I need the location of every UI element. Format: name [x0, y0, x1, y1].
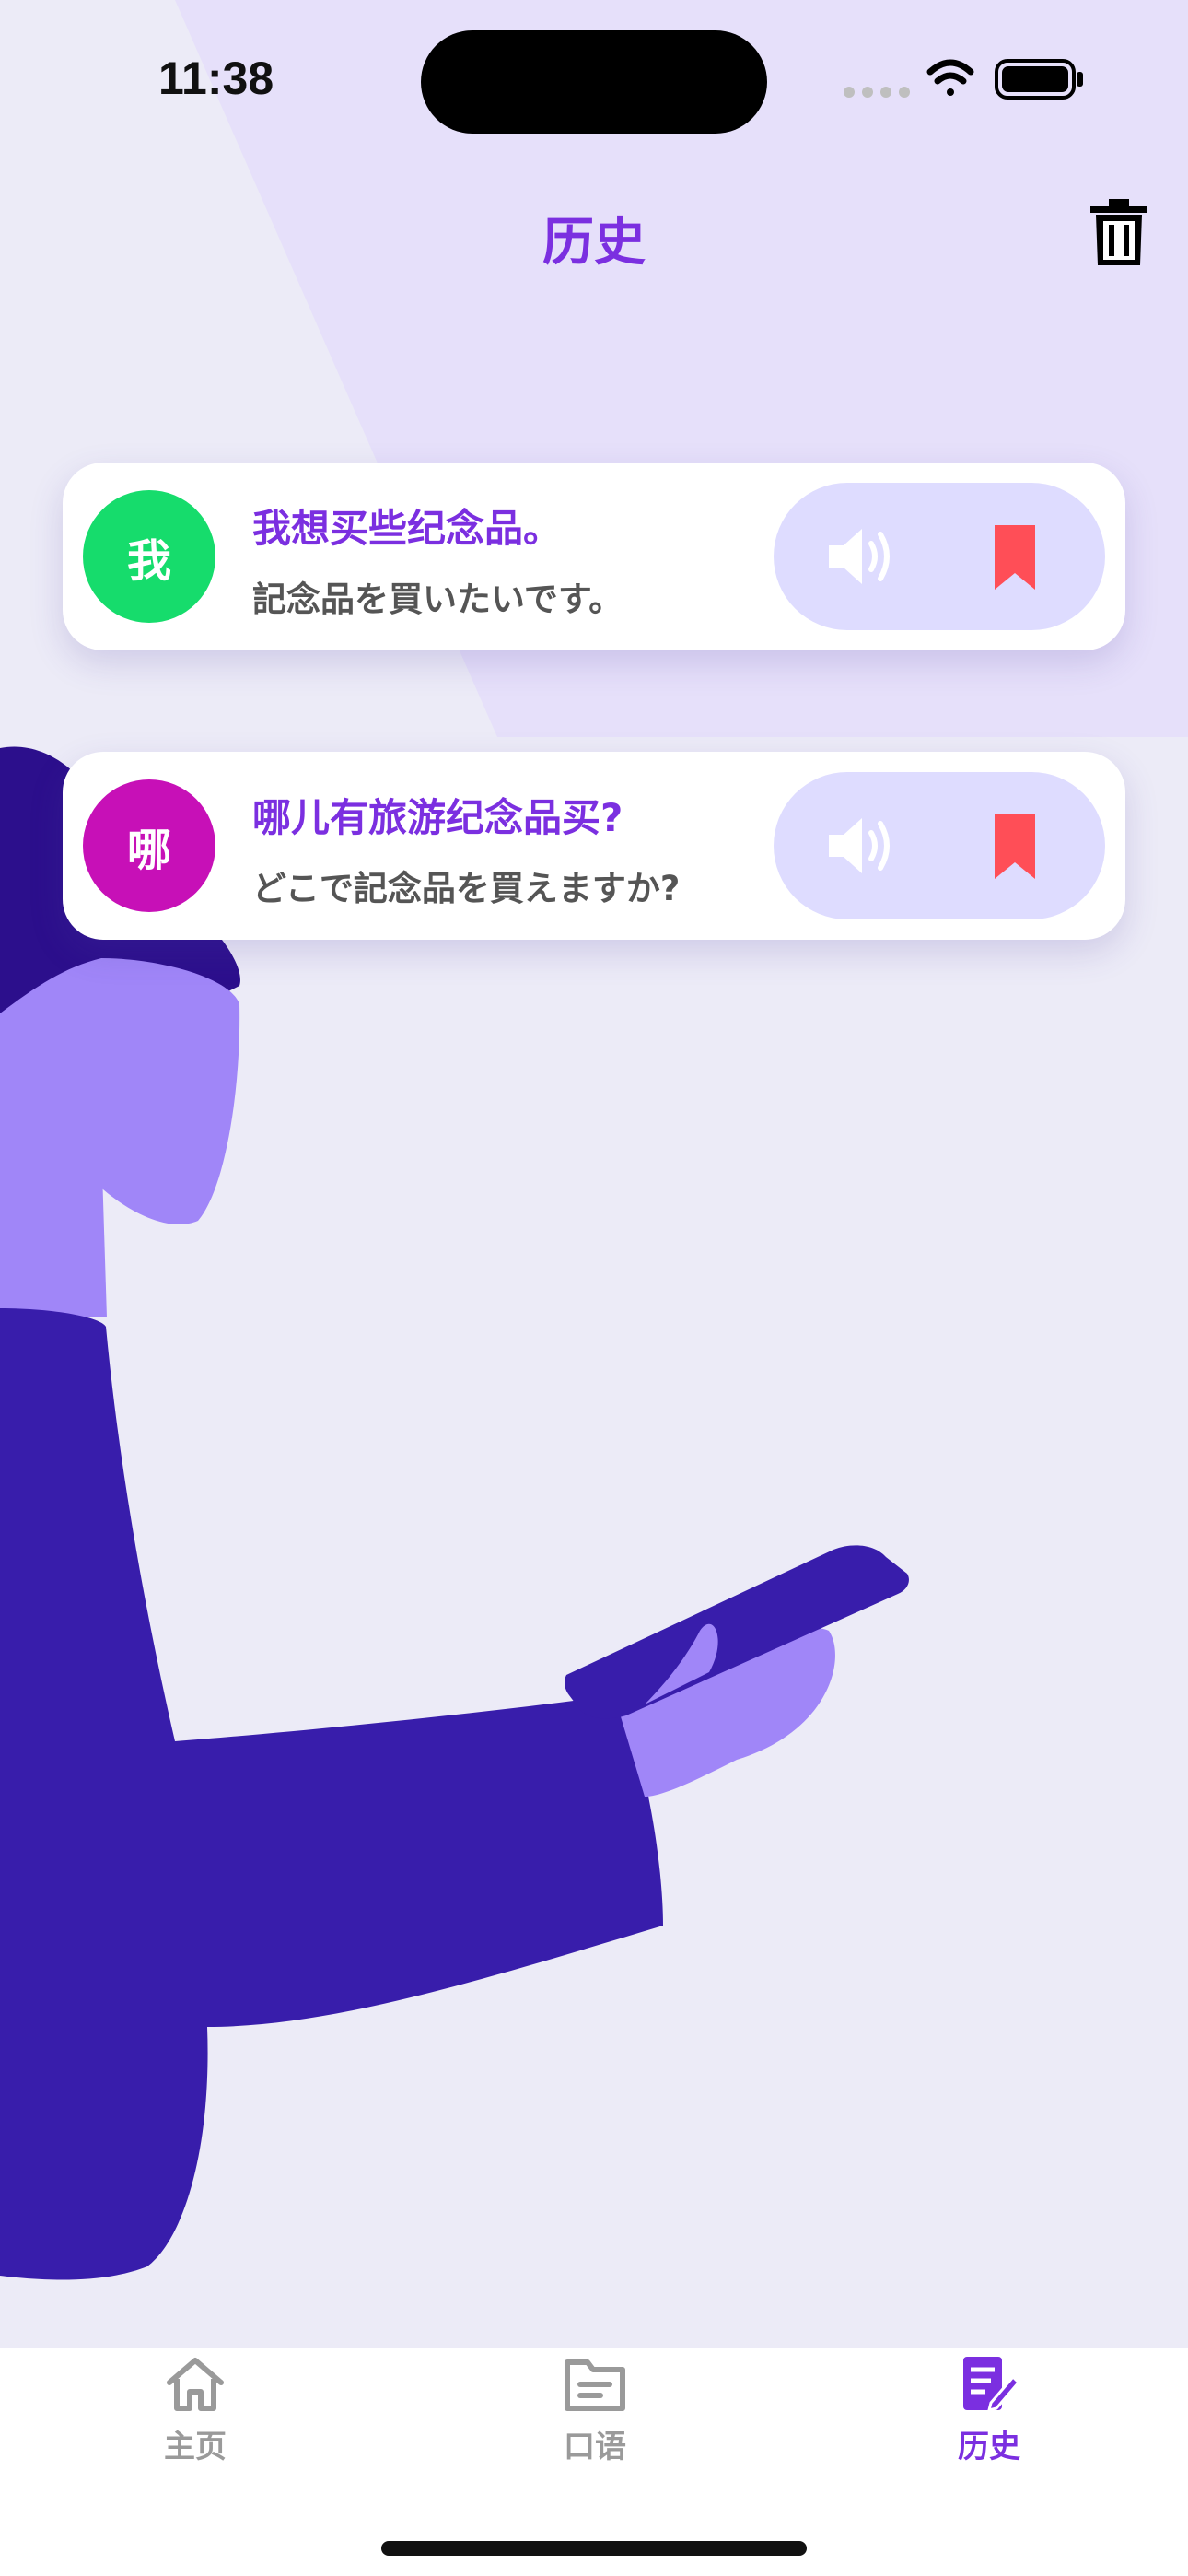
history-item[interactable]: 我 我想买些纪念品。 記念品を買いたいです。	[63, 463, 1125, 650]
bookmark-icon	[995, 525, 1035, 590]
trash-icon	[1090, 199, 1147, 265]
tab-label: 历史	[958, 2429, 1020, 2465]
status-time: 11:38	[158, 53, 274, 104]
speaker-icon	[829, 529, 890, 584]
tab-home[interactable]: 主页	[103, 2355, 287, 2465]
bookmark-button[interactable]	[991, 523, 1039, 591]
clear-history-button[interactable]	[1089, 199, 1149, 265]
japanese-translation: どこで記念品を買えますか?	[252, 869, 681, 908]
speaker-icon	[829, 818, 890, 873]
tab-label: 口语	[564, 2429, 626, 2465]
chinese-phrase: 哪儿有旅游纪念品买?	[252, 795, 623, 840]
battery-icon	[995, 59, 1083, 100]
background-illustration	[0, 0, 1188, 2280]
history-item[interactable]: 哪 哪儿有旅游纪念品买? どこで記念品を買えますか?	[63, 752, 1125, 940]
status-icons	[844, 59, 1083, 100]
signal-icon	[844, 87, 910, 98]
chinese-phrase: 我想买些纪念品。	[252, 506, 563, 551]
page-title: 历史	[542, 213, 646, 273]
japanese-translation: 記念品を買いたいです。	[252, 580, 623, 619]
tab-history[interactable]: 历史	[897, 2355, 1081, 2465]
avatar: 哪	[83, 779, 215, 912]
bookmark-icon	[995, 814, 1035, 879]
action-pill	[774, 483, 1105, 630]
home-icon	[167, 2358, 224, 2411]
tab-label: 主页	[164, 2429, 227, 2465]
wifi-icon	[926, 59, 974, 96]
avatar: 我	[83, 490, 215, 623]
tab-speaking[interactable]: 口语	[503, 2355, 687, 2465]
bookmark-button[interactable]	[991, 813, 1039, 881]
home-indicator	[381, 2541, 807, 2556]
play-audio-button[interactable]	[825, 523, 895, 590]
folder-icon	[565, 2359, 625, 2411]
edit-note-icon	[963, 2357, 1020, 2413]
play-audio-button[interactable]	[825, 813, 895, 879]
dynamic-island	[421, 30, 767, 134]
action-pill	[774, 772, 1105, 919]
